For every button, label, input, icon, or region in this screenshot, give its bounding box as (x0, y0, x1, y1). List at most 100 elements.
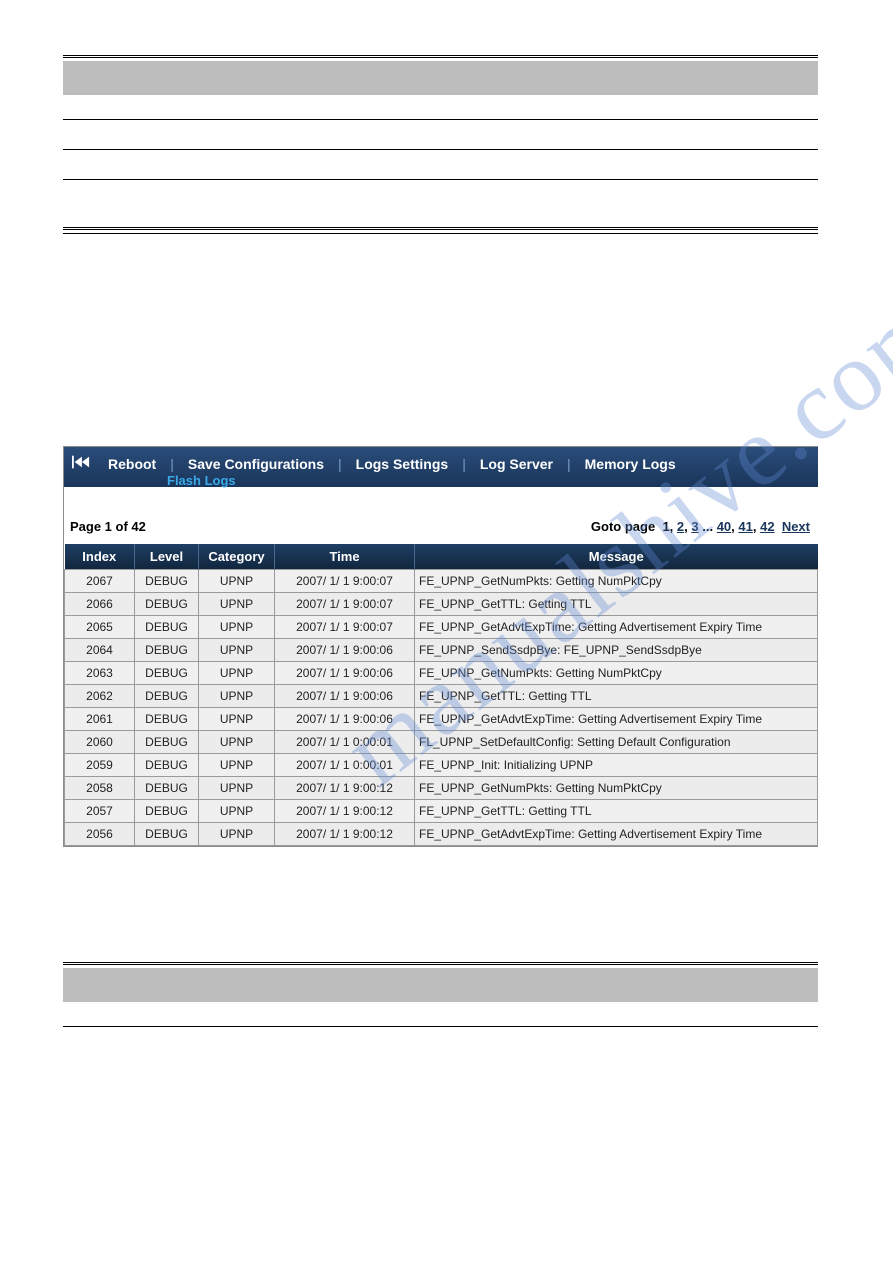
cell-time: 2007/ 1/ 1 9:00:06 (275, 708, 415, 731)
cell-message: FE_UPNP_GetAdvtExpTime: Getting Advertis… (415, 708, 818, 731)
cell-index: 2063 (65, 662, 135, 685)
page-link-2[interactable]: 2 (677, 519, 684, 534)
cell-level: DEBUG (135, 708, 199, 731)
page-next[interactable]: Next (782, 519, 810, 534)
menu-reboot[interactable]: Reboot (104, 456, 160, 472)
cell-index: 2060 (65, 731, 135, 754)
blank-row (63, 119, 818, 149)
cell-message: FE_UPNP_GetAdvtExpTime: Getting Advertis… (415, 616, 818, 639)
cell-index: 2058 (65, 777, 135, 800)
cell-level: DEBUG (135, 639, 199, 662)
cell-index: 2067 (65, 570, 135, 593)
cell-time: 2007/ 1/ 1 0:00:01 (275, 754, 415, 777)
cell-category: UPNP (199, 708, 275, 731)
cell-category: UPNP (199, 731, 275, 754)
th-message: Message (415, 544, 818, 570)
page-link-3[interactable]: 3 (691, 519, 698, 534)
page-link-42[interactable]: 42 (760, 519, 774, 534)
cell-level: DEBUG (135, 754, 199, 777)
gray-bar (63, 968, 818, 1002)
menu-bar: Reboot | Save Configurations | Logs Sett… (64, 447, 818, 487)
menu-log-server[interactable]: Log Server (476, 456, 557, 472)
menu-separator: | (452, 456, 476, 472)
cell-category: UPNP (199, 800, 275, 823)
section-box-bottom (63, 962, 818, 1027)
ellipsis: ... (702, 519, 713, 534)
cell-level: DEBUG (135, 800, 199, 823)
cell-message: FE_UPNP_GetTTL: Getting TTL (415, 685, 818, 708)
cell-category: UPNP (199, 570, 275, 593)
cell-level: DEBUG (135, 570, 199, 593)
blank-row (63, 179, 818, 227)
table-row: 2066DEBUGUPNP2007/ 1/ 1 9:00:07 FE_UPNP_… (65, 593, 818, 616)
menu-save-configurations[interactable]: Save Configurations (184, 456, 328, 472)
table-row: 2057DEBUGUPNP2007/ 1/ 1 9:00:12 FE_UPNP_… (65, 800, 818, 823)
cell-level: DEBUG (135, 593, 199, 616)
cell-level: DEBUG (135, 616, 199, 639)
cell-level: DEBUG (135, 731, 199, 754)
table-row: 2064DEBUGUPNP2007/ 1/ 1 9:00:06 FE_UPNP_… (65, 639, 818, 662)
page-current: 1 (662, 519, 669, 534)
cell-category: UPNP (199, 662, 275, 685)
cell-time: 2007/ 1/ 1 9:00:06 (275, 662, 415, 685)
table-row: 2058DEBUGUPNP2007/ 1/ 1 9:00:12 FE_UPNP_… (65, 777, 818, 800)
blank-row (63, 1026, 818, 1027)
cell-message: FE_UPNP_GetNumPkts: Getting NumPktCpy (415, 570, 818, 593)
menu-memory-logs[interactable]: Memory Logs (581, 456, 680, 472)
table-row: 2062DEBUGUPNP2007/ 1/ 1 9:00:06 FE_UPNP_… (65, 685, 818, 708)
th-index: Index (65, 544, 135, 570)
cell-message: FE_UPNP_GetTTL: Getting TTL (415, 800, 818, 823)
cell-time: 2007/ 1/ 1 9:00:12 (275, 800, 415, 823)
th-category: Category (199, 544, 275, 570)
cell-index: 2066 (65, 593, 135, 616)
menu-separator: | (557, 456, 581, 472)
table-row: 2063DEBUGUPNP2007/ 1/ 1 9:00:06 FE_UPNP_… (65, 662, 818, 685)
cell-level: DEBUG (135, 662, 199, 685)
table-row: 2067DEBUGUPNP2007/ 1/ 1 9:00:07 FE_UPNP_… (65, 570, 818, 593)
cell-time: 2007/ 1/ 1 9:00:12 (275, 823, 415, 846)
cell-index: 2065 (65, 616, 135, 639)
cell-message: FE_UPNP_GetNumPkts: Getting NumPktCpy (415, 777, 818, 800)
cell-category: UPNP (199, 639, 275, 662)
log-table: Index Level Category Time Message 2067DE… (64, 544, 818, 846)
page-indicator: Page 1 of 42 (70, 519, 146, 534)
cell-index: 2056 (65, 823, 135, 846)
cell-level: DEBUG (135, 823, 199, 846)
cell-time: 2007/ 1/ 1 9:00:06 (275, 685, 415, 708)
menu-separator: | (160, 456, 184, 472)
th-time: Time (275, 544, 415, 570)
flash-logs-label[interactable]: Flash Logs (167, 473, 236, 488)
cell-index: 2064 (65, 639, 135, 662)
cell-message: FL_UPNP_SetDefaultConfig: Setting Defaul… (415, 731, 818, 754)
goto-label: Goto page (591, 519, 655, 534)
cell-message: FE_UPNP_GetTTL: Getting TTL (415, 593, 818, 616)
rewind-icon[interactable] (72, 453, 90, 469)
cell-category: UPNP (199, 685, 275, 708)
menu-logs-settings[interactable]: Logs Settings (352, 456, 453, 472)
page-link-41[interactable]: 41 (738, 519, 752, 534)
cell-time: 2007/ 1/ 1 9:00:12 (275, 777, 415, 800)
table-row: 2060DEBUGUPNP2007/ 1/ 1 0:00:01 FL_UPNP_… (65, 731, 818, 754)
cell-index: 2062 (65, 685, 135, 708)
pager-row: Page 1 of 42 Goto page 1, 2, 3 ... 40, 4… (64, 487, 818, 544)
cell-category: UPNP (199, 754, 275, 777)
cell-level: DEBUG (135, 685, 199, 708)
gray-bar (63, 61, 818, 95)
page-link-40[interactable]: 40 (717, 519, 731, 534)
menu-separator: | (328, 456, 352, 472)
cell-index: 2057 (65, 800, 135, 823)
cell-time: 2007/ 1/ 1 9:00:06 (275, 639, 415, 662)
section-box-top (63, 55, 818, 234)
cell-category: UPNP (199, 593, 275, 616)
cell-message: FE_UPNP_SendSsdpBye: FE_UPNP_SendSsdpBye (415, 639, 818, 662)
cell-time: 2007/ 1/ 1 0:00:01 (275, 731, 415, 754)
cell-time: 2007/ 1/ 1 9:00:07 (275, 593, 415, 616)
table-row: 2061DEBUGUPNP2007/ 1/ 1 9:00:06 FE_UPNP_… (65, 708, 818, 731)
table-row: 2056DEBUGUPNP2007/ 1/ 1 9:00:12 FE_UPNP_… (65, 823, 818, 846)
cell-category: UPNP (199, 823, 275, 846)
cell-index: 2061 (65, 708, 135, 731)
cell-level: DEBUG (135, 777, 199, 800)
cell-message: FE_UPNP_GetAdvtExpTime: Getting Advertis… (415, 823, 818, 846)
cell-time: 2007/ 1/ 1 9:00:07 (275, 570, 415, 593)
blank-row (63, 149, 818, 179)
